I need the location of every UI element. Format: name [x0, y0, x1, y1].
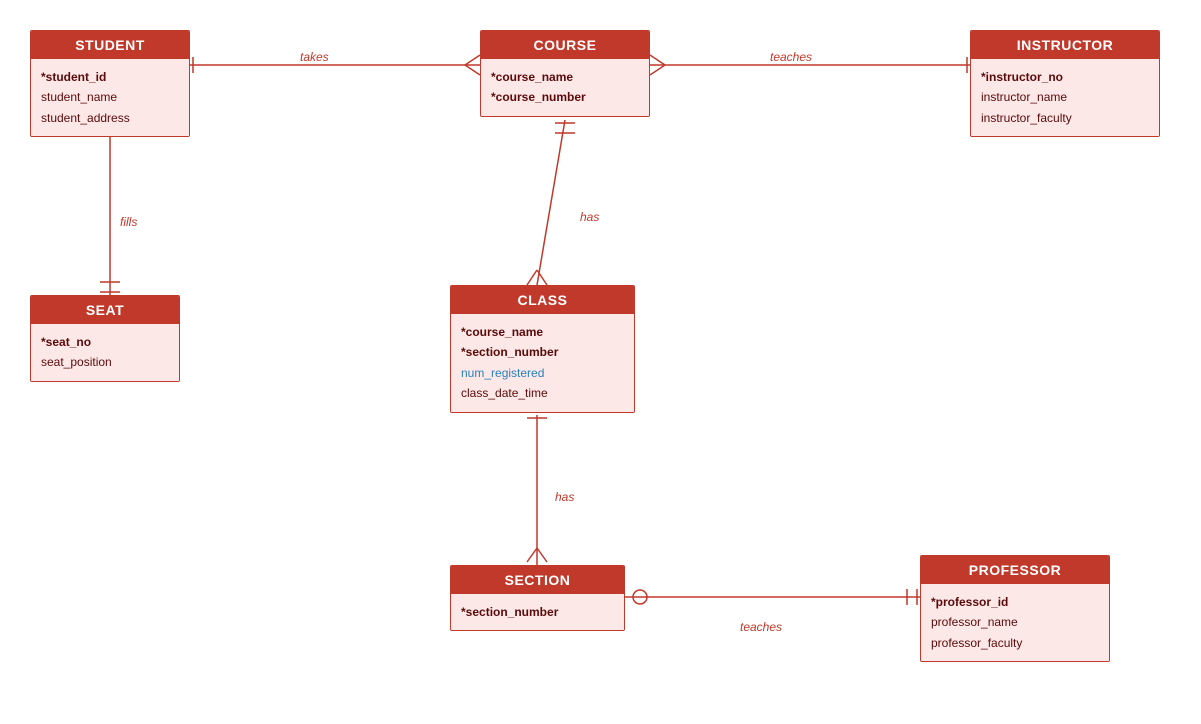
course-attr-name: *course_name: [491, 67, 639, 87]
entity-class-header: CLASS: [451, 286, 634, 314]
relation-teaches-instructor: teaches: [770, 50, 812, 64]
entity-professor-body: *professor_id professor_name professor_f…: [921, 584, 1109, 661]
relation-takes: takes: [300, 50, 329, 64]
seat-attr-no: *seat_no: [41, 332, 169, 352]
entity-student: STUDENT *student_id student_name student…: [30, 30, 190, 137]
entity-section-body: *section_number: [451, 594, 624, 630]
professor-attr-id: *professor_id: [931, 592, 1099, 612]
entity-course: COURSE *course_name *course_number: [480, 30, 650, 117]
entity-seat-header: SEAT: [31, 296, 179, 324]
entity-section-header: SECTION: [451, 566, 624, 594]
course-attr-number: *course_number: [491, 87, 639, 107]
relation-has-class-section: has: [555, 490, 574, 504]
student-attr-id: *student_id: [41, 67, 179, 87]
class-attr-course-name: *course_name: [461, 322, 624, 342]
entity-student-header: STUDENT: [31, 31, 189, 59]
instructor-attr-faculty: instructor_faculty: [981, 108, 1149, 128]
class-attr-section-number: *section_number: [461, 342, 624, 362]
entity-professor-header: PROFESSOR: [921, 556, 1109, 584]
entity-student-body: *student_id student_name student_address: [31, 59, 189, 136]
entity-seat: SEAT *seat_no seat_position: [30, 295, 180, 382]
instructor-attr-no: *instructor_no: [981, 67, 1149, 87]
entity-class-body: *course_name *section_number num_registe…: [451, 314, 634, 412]
professor-attr-name: professor_name: [931, 612, 1099, 632]
entity-class: CLASS *course_name *section_number num_r…: [450, 285, 635, 413]
relation-teaches-professor: teaches: [740, 620, 782, 634]
professor-attr-faculty: professor_faculty: [931, 633, 1099, 653]
entity-instructor: INSTRUCTOR *instructor_no instructor_nam…: [970, 30, 1160, 137]
diagram-container: takes teaches fills has has teaches STUD…: [0, 0, 1201, 724]
student-attr-address: student_address: [41, 108, 179, 128]
relation-has-course-class: has: [580, 210, 599, 224]
entity-section: SECTION *section_number: [450, 565, 625, 631]
entity-instructor-header: INSTRUCTOR: [971, 31, 1159, 59]
student-attr-name: student_name: [41, 87, 179, 107]
entity-instructor-body: *instructor_no instructor_name instructo…: [971, 59, 1159, 136]
section-attr-number: *section_number: [461, 602, 614, 622]
class-attr-date-time: class_date_time: [461, 383, 624, 403]
entity-course-body: *course_name *course_number: [481, 59, 649, 116]
entity-professor: PROFESSOR *professor_id professor_name p…: [920, 555, 1110, 662]
class-attr-num-registered: num_registered: [461, 363, 624, 383]
entity-course-header: COURSE: [481, 31, 649, 59]
relation-fills: fills: [120, 215, 137, 229]
entity-seat-body: *seat_no seat_position: [31, 324, 179, 381]
seat-attr-position: seat_position: [41, 352, 169, 372]
instructor-attr-name: instructor_name: [981, 87, 1149, 107]
